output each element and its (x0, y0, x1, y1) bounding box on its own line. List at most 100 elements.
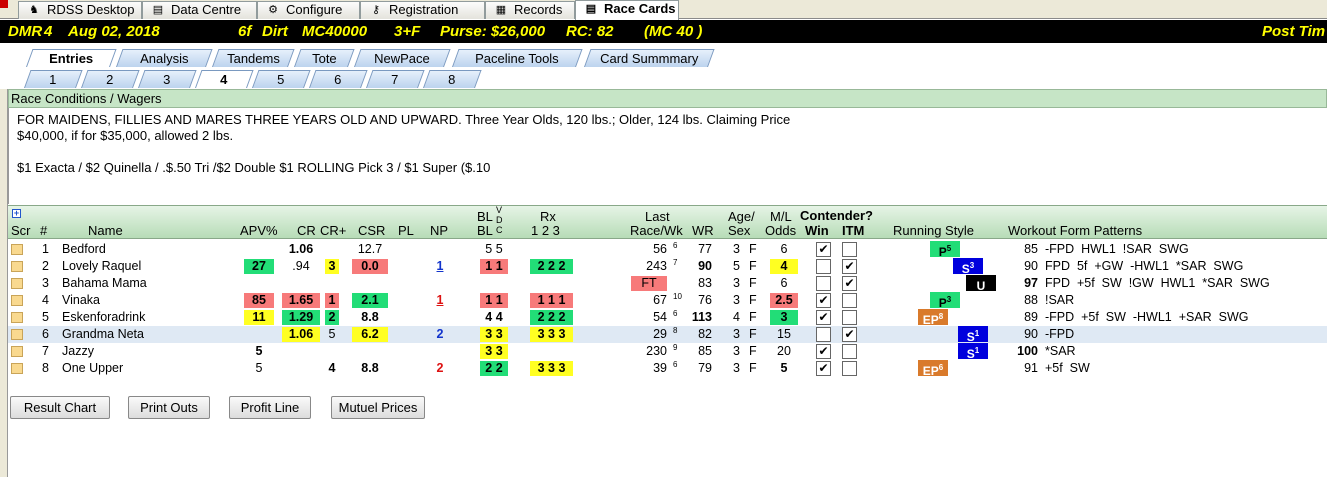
win-checkbox[interactable] (816, 259, 831, 274)
running-style-letter: P (938, 245, 947, 259)
app-tab-records[interactable]: ▦ Records (485, 1, 575, 19)
running-style-letter: S (966, 330, 975, 344)
csr-value: 6.2 (352, 327, 388, 342)
race-ages: 3+F (394, 23, 421, 40)
tab-analysis[interactable]: Analysis (116, 49, 213, 67)
race-tab-5[interactable]: 5 (252, 70, 311, 88)
tab-label: Paceline Tools (475, 51, 559, 66)
wagers-line: $1 Exacta / $2 Quinella / .$.50 Tri /$2 … (17, 160, 491, 175)
race-tab-2[interactable]: 2 (81, 70, 140, 88)
win-checkbox[interactable]: ✔ (816, 361, 831, 376)
scratch-checkbox[interactable] (11, 261, 23, 272)
cr-value: 1.06 (288, 242, 314, 256)
app-menu-icon[interactable] (0, 0, 8, 8)
itm-checkbox[interactable] (842, 293, 857, 308)
app-tab-label: Configure (286, 2, 343, 17)
table-row[interactable]: 5 Eskenforadrink 11 1.29 2 8.8 4 4 2 2 2 54 6 113 4… (8, 309, 1327, 327)
last-race-weeks: 9 (673, 343, 678, 352)
result-chart-button[interactable]: Result Chart (10, 396, 110, 419)
scratch-checkbox[interactable] (11, 278, 23, 289)
bl-second: 2 (495, 361, 503, 375)
tab-label: Tote (311, 51, 337, 66)
sex-value: F (749, 344, 757, 358)
col-c: C (496, 225, 503, 235)
running-style-letter: S (961, 262, 970, 276)
table-row[interactable]: 4 Vinaka 85 1.65 1 2.1 1 1 11 1 1 67 10 76 3 F 2.5 ✔ P3… (8, 292, 1327, 310)
race-tab-4[interactable]: 4 (195, 70, 254, 88)
np-value[interactable]: 1 (433, 259, 447, 274)
itm-checkbox[interactable] (842, 344, 857, 359)
race-tab-6[interactable]: 6 (309, 70, 368, 88)
app-tab-bar: ♞ RDSS Desktop ▤ Data Centre ⚙ Configure ⚷ Regi… (0, 0, 1327, 20)
scratch-checkbox[interactable] (11, 363, 23, 374)
tab-card-summmary[interactable]: Card Summmary (584, 49, 715, 67)
race-tab-8[interactable]: 8 (423, 70, 482, 88)
np-value[interactable]: 1 (433, 293, 447, 308)
running-style-badge: P5 (930, 241, 960, 259)
win-checkbox[interactable] (816, 276, 831, 291)
win-checkbox[interactable]: ✔ (816, 293, 831, 308)
race-tab-1[interactable]: 1 (24, 70, 83, 88)
workout-number: 90 (1024, 327, 1038, 341)
itm-checkbox[interactable]: ✔ (842, 259, 857, 274)
itm-checkbox[interactable]: ✔ (842, 327, 857, 342)
mutuel-prices-button[interactable]: Mutuel Prices (331, 396, 425, 419)
tab-tote[interactable]: Tote (294, 49, 355, 67)
win-checkbox[interactable] (816, 327, 831, 342)
scratch-checkbox[interactable] (11, 244, 23, 255)
col-odds: Odds (765, 223, 797, 238)
race-tab-3[interactable]: 3 (138, 70, 197, 88)
itm-checkbox[interactable] (842, 310, 857, 325)
bl-values: 1 1 (480, 259, 508, 274)
app-tab-data-centre[interactable]: ▤ Data Centre (142, 1, 257, 19)
table-row[interactable]: 3 Bahama Mama FT 83 3 F 6 ✔ U 97 FPD +5f SW !GW HW… (8, 275, 1327, 293)
app-tab-race-cards[interactable]: ▤ Race Cards (575, 0, 679, 20)
running-style-badge: U (966, 275, 996, 293)
col-age: Age/ (728, 209, 755, 224)
table-row[interactable]: 1 Bedford 1.06 12.7 5 5 56 6 77 3 F 6 ✔ P5 85 -FPD HWL… (8, 241, 1327, 259)
table-row[interactable]: 6 Grandma Neta 1.06 5 6.2 2 3 33 3 3 29 8 82 3 F 15 ✔… (8, 326, 1327, 344)
app-tab-label: Race Cards (604, 1, 676, 16)
bl-values: 3 3 (480, 344, 508, 359)
rx-values: 2 2 2 (530, 310, 573, 325)
table-row[interactable]: 8 One Upper 5 4 8.8 2 2 23 3 3 39 6 79 3 F 5 ✔ EP6 91 +5… (8, 360, 1327, 378)
win-checkbox[interactable]: ✔ (816, 242, 831, 257)
col-pl: PL (398, 223, 414, 238)
csr-value: 8.8 (361, 310, 379, 324)
table-row[interactable]: 7 Jazzy 5 3 3 230 9 85 3 F 20 ✔ S1 100 *SAR (8, 343, 1327, 361)
horse-number: 8 (42, 361, 49, 375)
scratch-checkbox[interactable] (11, 295, 23, 306)
tab-entries[interactable]: Entries (26, 49, 117, 67)
win-checkbox[interactable]: ✔ (816, 344, 831, 359)
race-tab-label: 8 (448, 72, 456, 87)
race-date: Aug 02, 2018 (68, 23, 160, 40)
col-crplus: CR+ (320, 223, 347, 238)
print-outs-button[interactable]: Print Outs (128, 396, 210, 419)
tab-newpace[interactable]: NewPace (354, 49, 451, 67)
race-number: 4 (44, 23, 53, 40)
win-checkbox[interactable]: ✔ (816, 310, 831, 325)
app-tab-label: Records (514, 2, 563, 17)
app-tab-rdss-desktop[interactable]: ♞ RDSS Desktop (18, 1, 142, 19)
app-tab-registration[interactable]: ⚷ Registration (360, 1, 485, 19)
horse-number: 3 (42, 276, 49, 290)
running-style-badge: S1 (958, 343, 988, 361)
scratch-checkbox[interactable] (11, 346, 23, 357)
wr-value: 77 (698, 242, 712, 256)
left-splitter[interactable] (0, 89, 8, 477)
scratch-checkbox[interactable] (11, 329, 23, 340)
tab-paceline-tools[interactable]: Paceline Tools (452, 49, 583, 67)
table-row[interactable]: 2 Lovely Raquel 27.94 3 0.0 1 1 12 2 2 243 7 90 5 F… (8, 258, 1327, 276)
tab-tandems[interactable]: Tandems (212, 49, 295, 67)
last-race-weeks: 7 (673, 258, 678, 267)
itm-checkbox[interactable]: ✔ (842, 276, 857, 291)
itm-checkbox[interactable] (842, 361, 857, 376)
expand-plus-icon[interactable]: + (12, 209, 21, 218)
app-tab-configure[interactable]: ⚙ Configure (257, 1, 360, 19)
itm-checkbox[interactable] (842, 242, 857, 257)
race-tab-7[interactable]: 7 (366, 70, 425, 88)
profit-line-button[interactable]: Profit Line (229, 396, 311, 419)
scratch-checkbox[interactable] (11, 312, 23, 323)
bl-values: 3 3 (480, 327, 508, 342)
bl-second: 3 (495, 327, 503, 341)
